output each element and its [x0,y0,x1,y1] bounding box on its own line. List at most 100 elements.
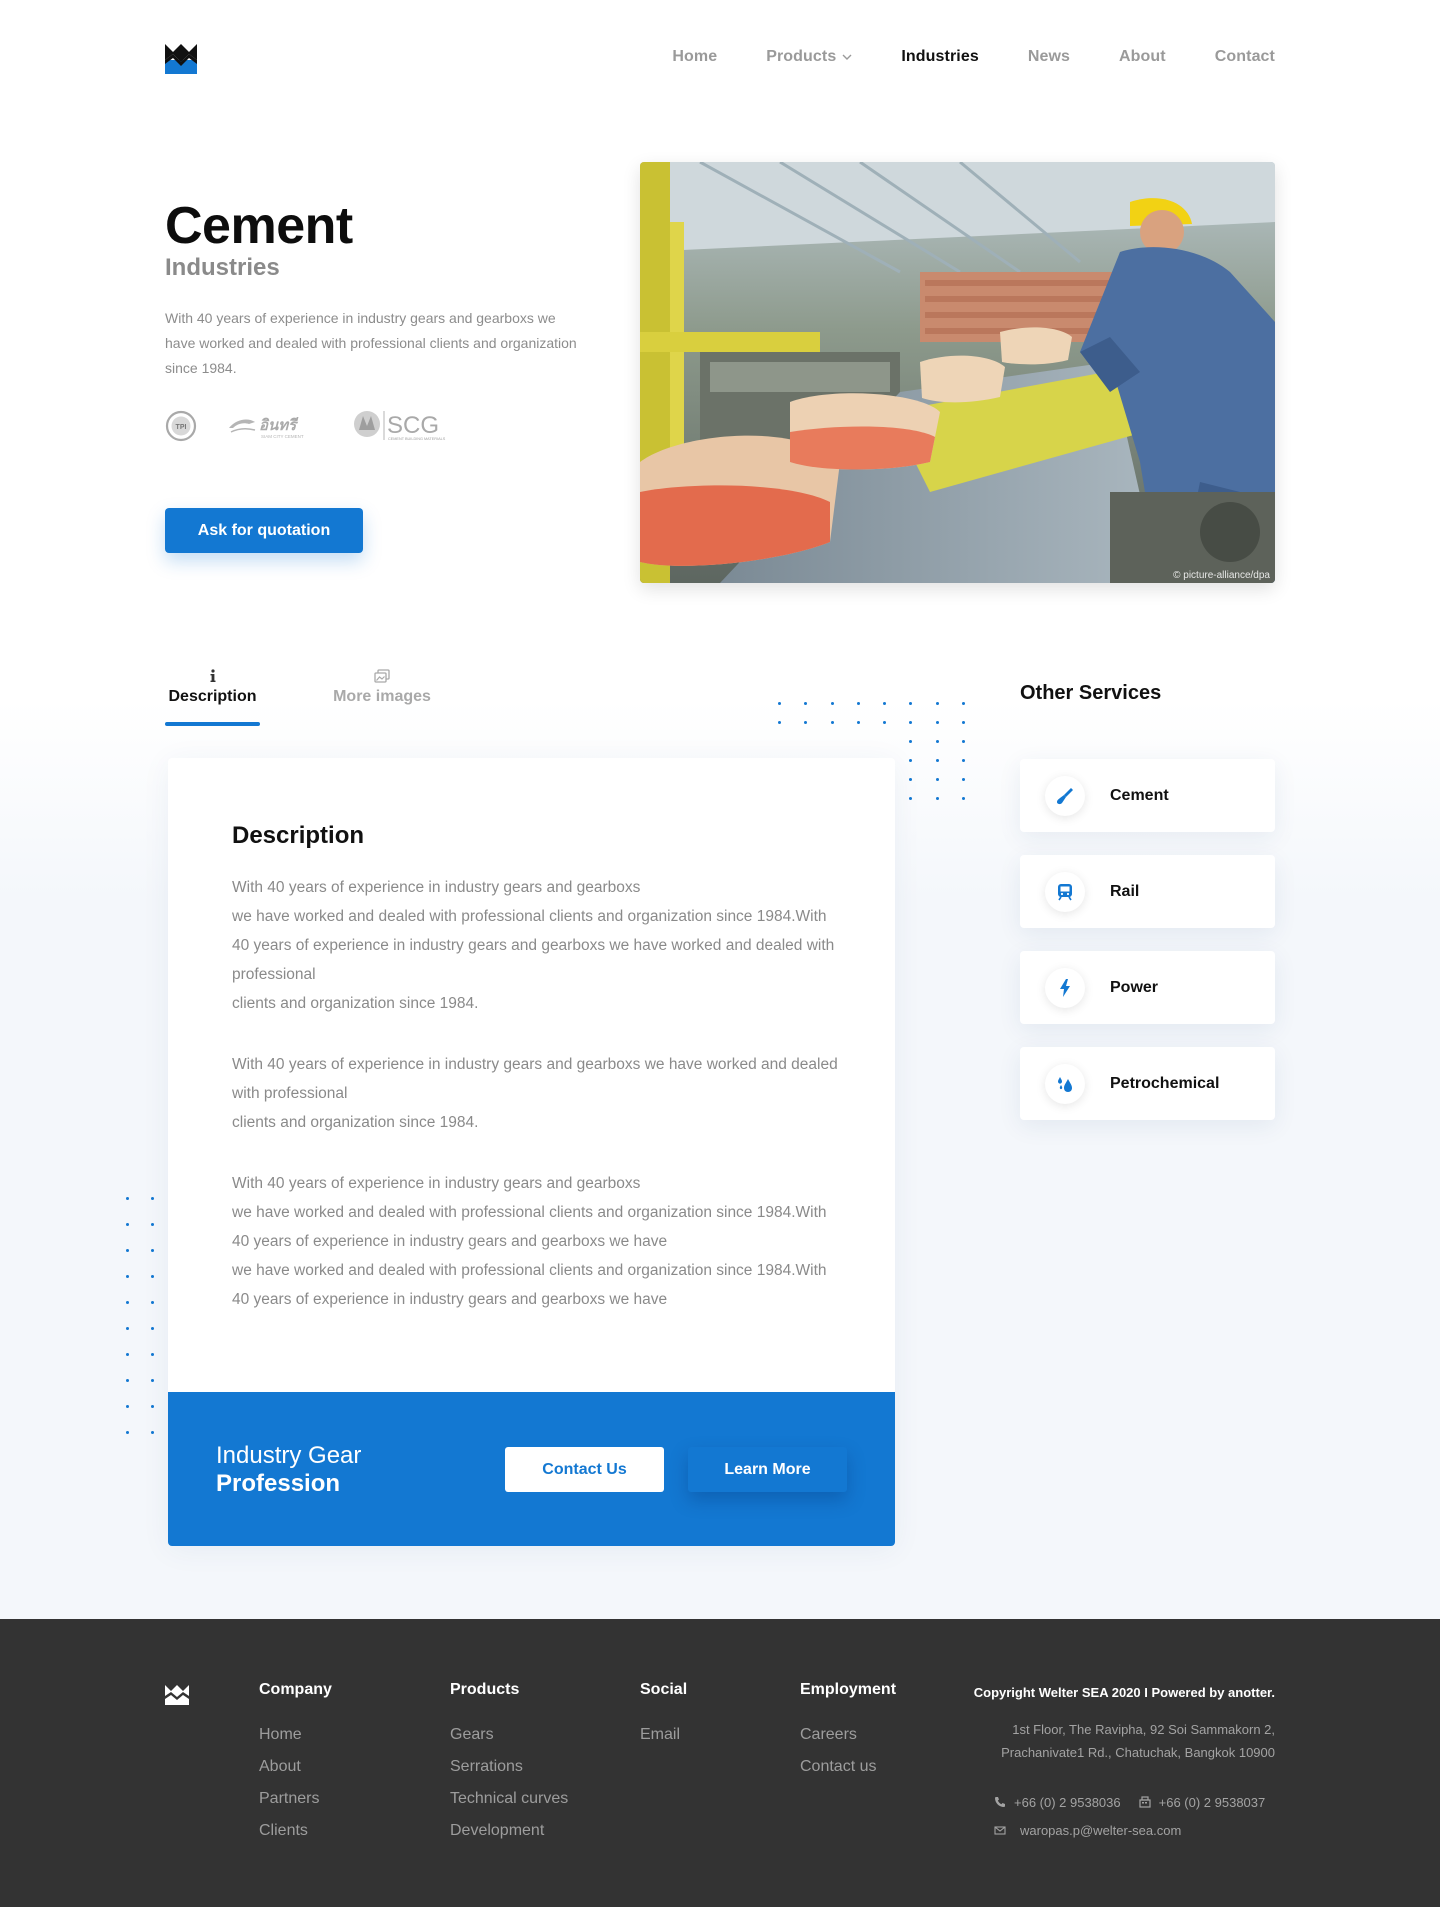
decorative-dot [151,1327,154,1330]
scg-logo-subtext: CEMENT BUILDING MATERIALS [388,437,446,441]
decorative-dot [962,721,966,724]
decorative-dot [909,778,913,781]
decorative-dot [126,1431,129,1434]
tab-more-images[interactable]: More images [331,668,433,706]
service-label: Cement [1110,786,1169,804]
footer-link-partners[interactable]: Partners [259,1783,332,1815]
page-subtitle: Industries [165,254,280,281]
decorative-dot [126,1379,129,1382]
tab-description[interactable]: Description [165,668,260,726]
footer-company-info: Copyright Welter SEA 2020 I Powered by a… [974,1685,1275,1764]
address-line: Prachanivate1 Rd., Chatuchak, Bangkok 10… [1001,1745,1275,1760]
address-line: 1st Floor, The Ravipha, 92 Soi Sammakorn… [1012,1722,1275,1737]
decorative-dot [151,1301,154,1304]
main-nav: Home Products Industries News About Cont… [672,48,1275,66]
footer-link-clients[interactable]: Clients [259,1815,332,1847]
footer-link-development[interactable]: Development [450,1815,568,1847]
footer-link-gears[interactable]: Gears [450,1719,568,1751]
nav-contact[interactable]: Contact [1215,48,1275,66]
decorative-dot [151,1197,154,1200]
cta-title-line1: Industry Gear [216,1442,362,1469]
nav-news[interactable]: News [1028,48,1070,66]
footer-link-email[interactable]: Email [640,1719,687,1751]
footer-link-contact-us[interactable]: Contact us [800,1751,896,1783]
decorative-dot [830,721,834,724]
other-services-title: Other Services [1020,682,1162,704]
learn-more-button[interactable]: Learn More [688,1447,847,1492]
email-icon [994,1826,1006,1835]
decorative-dot [935,797,939,800]
service-power[interactable]: Power [1020,951,1275,1024]
decorative-dot [126,1353,129,1356]
chevron-down-icon [842,54,852,60]
decorative-dot [856,721,860,724]
decorative-dot [909,702,913,705]
tpi-logo-text: TPI [176,424,187,431]
decorative-dot [935,759,939,762]
decorative-dot [935,740,939,743]
decorative-dot [856,702,860,705]
info-icon [210,669,215,682]
nav-products-label: Products [766,48,837,65]
tpi-logo: TPI [165,410,197,442]
contact-row: +66 (0) 2 9538036 +66 (0) 2 9538037 [994,1791,1265,1813]
footer-logo-icon[interactable] [165,1683,189,1705]
footer-column-title: Company [259,1681,332,1698]
insee-logo: อินทรี SIAM CITY CEMENT [227,410,323,442]
decorative-dot [935,778,939,781]
decorative-dot [151,1223,154,1226]
phone-icon [995,1797,1005,1807]
ask-quotation-button[interactable]: Ask for quotation [165,508,363,553]
email-address[interactable]: waropas.p@welter-sea.com [1020,1823,1181,1838]
footer-social-column: Social Email [640,1681,687,1751]
contact-us-button[interactable]: Contact Us [505,1447,664,1492]
footer-column-title: Social [640,1681,688,1698]
decorative-dot [126,1327,129,1330]
scg-logo: SCG CEMENT BUILDING MATERIALS [353,408,468,444]
nav-home[interactable]: Home [672,48,717,66]
train-icon [1045,871,1085,912]
cement-factory-photo: © picture-alliance/dpa [640,162,1275,583]
footer-products-column: Products Gears Serrations Technical curv… [450,1681,568,1847]
description-title: Description [232,822,365,849]
footer-link-serrations[interactable]: Serrations [450,1751,568,1783]
insee-logo-subtext: SIAM CITY CEMENT [261,434,304,439]
service-rail[interactable]: Rail [1020,855,1275,928]
nav-products[interactable]: Products [766,48,852,66]
description-paragraph: With 40 years of experience in industry … [232,879,835,1012]
decorative-dot [962,740,966,743]
copyright-text: Copyright Welter SEA 2020 I Powered by a… [973,1685,1275,1700]
decorative-dot [804,702,808,705]
phone-number[interactable]: +66 (0) 2 9538036 [1014,1795,1121,1810]
welter-logo-icon[interactable] [165,42,197,74]
service-petrochemical[interactable]: Petrochemical [1020,1047,1275,1120]
decorative-dot [126,1249,129,1252]
footer-link-about[interactable]: About [259,1751,332,1783]
nav-about[interactable]: About [1119,48,1166,66]
footer-link-technical-curves[interactable]: Technical curves [450,1783,568,1815]
decorative-dot [778,721,781,724]
decorative-dot [962,759,966,762]
footer-company-column: Company Home About Partners Clients [259,1681,332,1847]
description-paragraph: With 40 years of experience in industry … [232,1056,838,1131]
image-credit: © picture-alliance/dpa [1173,570,1270,581]
company-address: 1st Floor, The Ravipha, 92 Soi Sammakorn… [974,1718,1275,1764]
decorative-dot [962,778,966,781]
decorative-dot [909,759,913,762]
nav-industries[interactable]: Industries [901,48,978,66]
footer-link-home[interactable]: Home [259,1719,332,1751]
decorative-dot [151,1379,154,1382]
fax-number[interactable]: +66 (0) 2 9538037 [1159,1795,1266,1810]
decorative-dot [151,1249,154,1252]
decorative-dot [126,1275,129,1278]
footer-link-careers[interactable]: Careers [800,1719,896,1751]
site-footer: Company Home About Partners Clients Prod… [0,1619,1440,1907]
decorative-dot [126,1301,129,1304]
droplets-icon [1045,1063,1085,1104]
service-label: Power [1110,978,1159,996]
decorative-dot [151,1405,154,1408]
decorative-dot [126,1197,129,1200]
decorative-dot [883,721,887,724]
service-cement[interactable]: Cement [1020,759,1275,832]
decorative-dot [883,702,887,705]
